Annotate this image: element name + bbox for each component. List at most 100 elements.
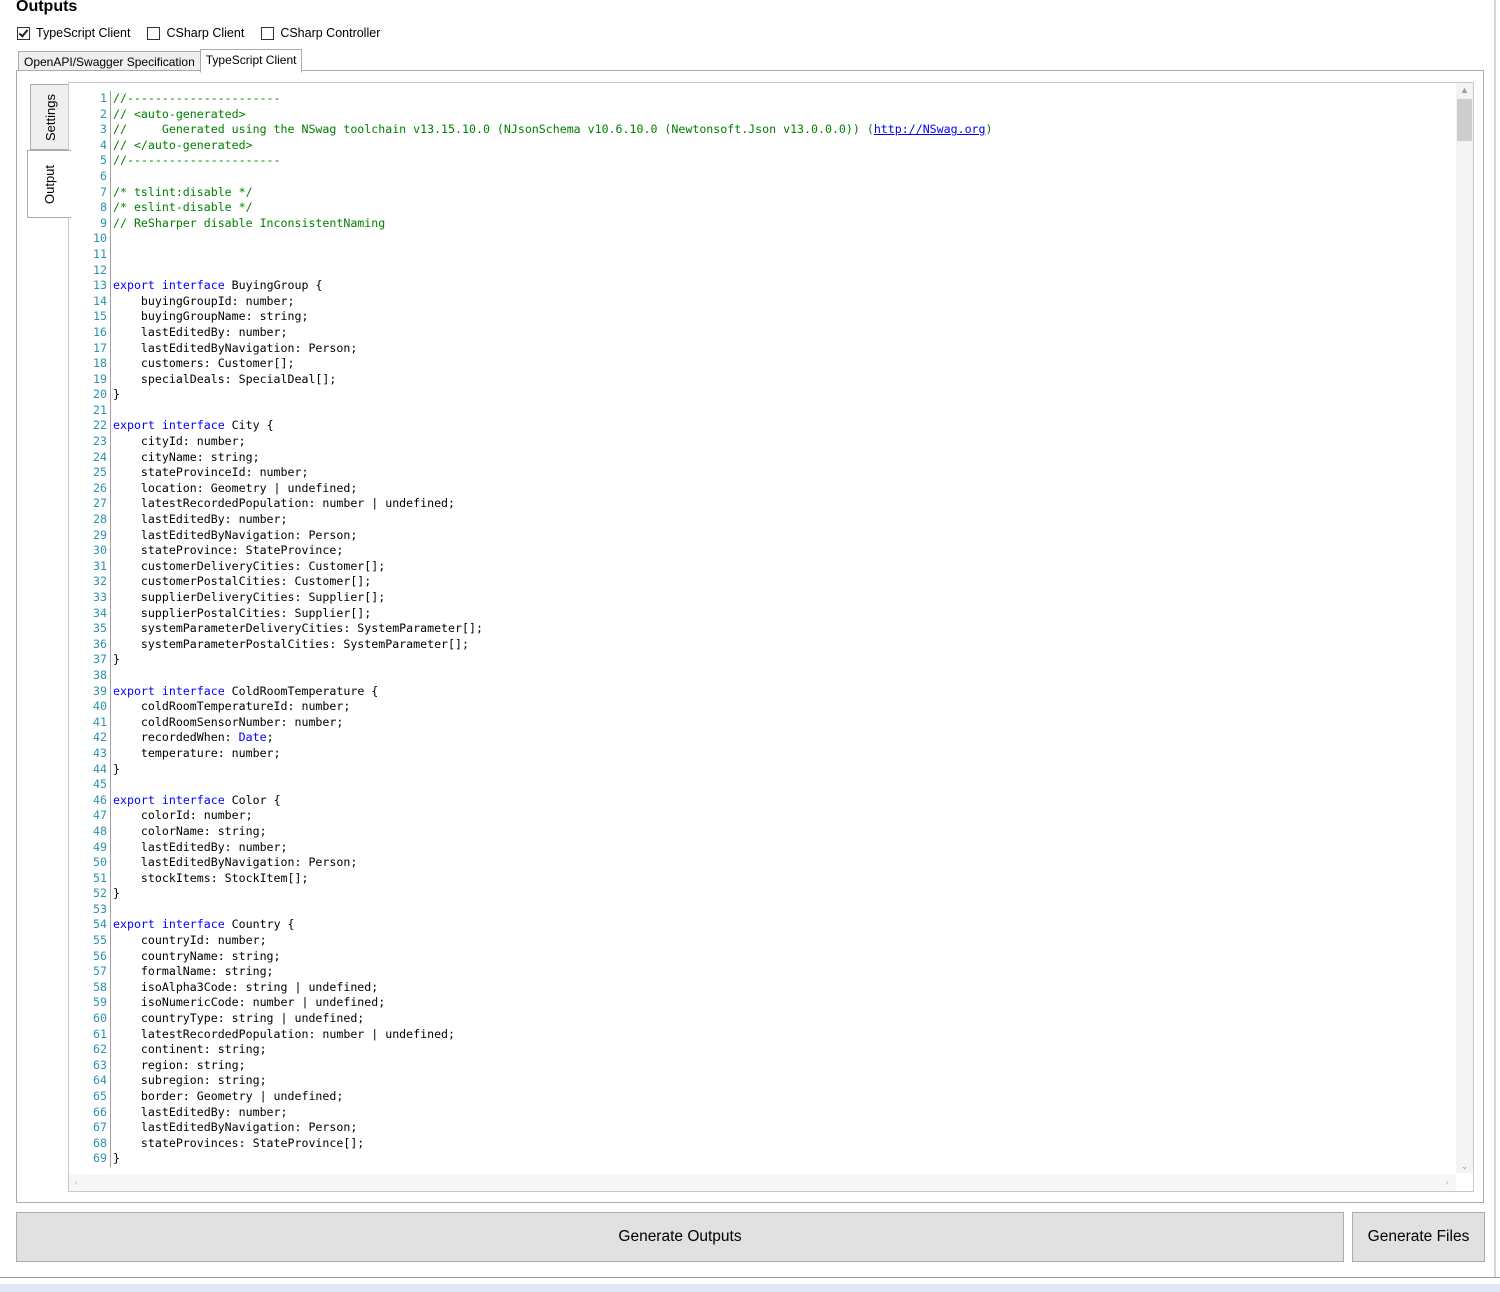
gutter-divider xyxy=(110,512,111,528)
scroll-left-icon[interactable]: ‹ xyxy=(69,1174,83,1191)
gutter-divider xyxy=(110,745,111,762)
code-line: 23 cityId: number; xyxy=(69,434,993,450)
code-text: /* tslint:disable */ xyxy=(113,184,253,199)
code-text: coldRoomSensorNumber: number; xyxy=(113,714,344,729)
code-line: 2 // <auto-generated> xyxy=(69,106,993,123)
checkbox-unchecked-icon[interactable] xyxy=(261,26,275,40)
gutter-divider xyxy=(110,1135,111,1152)
line-number: 56 xyxy=(93,948,107,963)
scroll-right-icon[interactable]: › xyxy=(1440,1174,1454,1191)
line-number: 15 xyxy=(93,309,107,324)
code-text: export interface ColdRoomTemperature { xyxy=(113,683,379,698)
gutter-divider xyxy=(110,979,111,996)
code-text: colorName: string; xyxy=(113,823,267,838)
scroll-down-icon[interactable]: ⌄ xyxy=(1456,1159,1473,1173)
code-text: } xyxy=(113,886,120,901)
code-line: 55 countryId: number; xyxy=(69,933,993,949)
gutter-divider xyxy=(110,480,111,497)
code-line: 30 stateProvince: StateProvince; xyxy=(69,543,993,559)
code-text: lastEditedBy: number; xyxy=(113,324,288,339)
line-number: 69 xyxy=(93,1151,107,1166)
line-number: 57 xyxy=(93,964,107,979)
line-number: 50 xyxy=(93,855,107,870)
code-line: 51 stockItems: StockItem[]; xyxy=(69,870,993,887)
gutter-divider xyxy=(110,995,111,1012)
line-number: 19 xyxy=(93,371,107,386)
code-line: 39 export interface ColdRoomTemperature { xyxy=(69,683,993,700)
side-tab-settings[interactable]: Settings xyxy=(30,84,70,150)
code-line: 28 lastEditedBy: number; xyxy=(69,512,993,528)
code-line: 26 location: Geometry | undefined; xyxy=(69,480,993,497)
checkbox-csharp-controller[interactable]: CSharp Controller xyxy=(261,26,380,40)
line-number: 54 xyxy=(93,917,107,932)
checkbox-typescript-client[interactable]: TypeScript Client xyxy=(17,26,130,40)
scroll-up-icon[interactable]: ▲ xyxy=(1456,83,1473,97)
gutter-divider xyxy=(110,699,111,715)
gutter-divider xyxy=(110,1011,111,1027)
gutter-divider xyxy=(110,590,111,606)
code-lines: 1 //---------------------- 2 // <auto-gener… xyxy=(69,91,993,1167)
line-number: 49 xyxy=(93,839,107,854)
code-line: 41 coldRoomSensorNumber: number; xyxy=(69,714,993,731)
line-number: 18 xyxy=(93,356,107,371)
gutter-divider xyxy=(110,574,111,590)
generate-outputs-button[interactable]: Generate Outputs xyxy=(16,1212,1344,1262)
line-number: 62 xyxy=(93,1042,107,1057)
gutter-divider xyxy=(110,621,111,637)
code-line: 36 systemParameterPostalCities: SystemPa… xyxy=(69,636,993,653)
code-text: export interface Country { xyxy=(113,917,295,932)
code-line: 43 temperature: number; xyxy=(69,745,993,762)
checkbox-unchecked-icon[interactable] xyxy=(147,26,161,40)
code-text: countryType: string | undefined; xyxy=(113,1011,365,1026)
checkbox-checked-icon[interactable] xyxy=(17,26,30,40)
code-text: countryName: string; xyxy=(113,948,281,963)
gutter-divider xyxy=(110,200,111,216)
gutter-divider xyxy=(110,730,111,746)
line-number: 45 xyxy=(93,777,107,792)
code-line: 27 latestRecordedPopulation: number | un… xyxy=(69,496,993,513)
code-text: border: Geometry | undefined; xyxy=(113,1089,344,1103)
gutter-divider xyxy=(110,948,111,965)
code-text: // ReSharper disable InconsistentNaming xyxy=(113,215,386,230)
line-number: 43 xyxy=(93,745,107,760)
code-line: 12 xyxy=(69,262,993,279)
line-number: 5 xyxy=(100,153,107,168)
code-text: cityName: string; xyxy=(113,449,260,464)
code-line: 29 lastEditedByNavigation: Person; xyxy=(69,527,993,544)
line-number: 33 xyxy=(93,590,107,604)
gutter-divider xyxy=(110,870,111,887)
code-text: recordedWhen: Date; xyxy=(113,730,274,745)
side-tab-output[interactable]: Output xyxy=(27,150,71,218)
gutter-divider xyxy=(110,1120,111,1136)
horizontal-scrollbar[interactable]: ‹ › xyxy=(69,1174,1456,1191)
line-number: 4 xyxy=(100,137,107,152)
line-number: 51 xyxy=(93,870,107,885)
checkbox-csharp-client[interactable]: CSharp Client xyxy=(147,26,244,40)
gutter-divider xyxy=(110,652,111,668)
line-number: 31 xyxy=(93,558,107,573)
code-text: } xyxy=(113,1151,120,1166)
code-text: colorId: number; xyxy=(113,808,253,823)
line-number: 17 xyxy=(93,340,107,355)
vertical-scrollbar[interactable]: ▲ ⌄ xyxy=(1456,83,1473,1173)
code-line: 40 coldRoomTemperatureId: number; xyxy=(69,699,993,715)
code-line: 8 /* eslint-disable */ xyxy=(69,200,993,216)
code-editor[interactable]: 1 //---------------------- 2 // <auto-gener… xyxy=(68,82,1474,1192)
code-text: systemParameterPostalCities: SystemParam… xyxy=(113,636,469,651)
line-number: 38 xyxy=(93,667,107,682)
code-line: 60 countryType: string | undefined; xyxy=(69,1011,993,1027)
line-number: 29 xyxy=(93,527,107,542)
side-tab-label: Settings xyxy=(43,93,59,141)
code-text: /* eslint-disable */ xyxy=(113,200,253,215)
code-line: 5 //---------------------- xyxy=(69,153,993,169)
tab-typescript-client[interactable]: TypeScript Client xyxy=(199,49,303,73)
generate-files-button[interactable]: Generate Files xyxy=(1352,1212,1485,1262)
line-number: 2 xyxy=(100,106,107,121)
code-line: 22 export interface City { xyxy=(69,418,993,435)
code-text: buyingGroupName: string; xyxy=(113,309,309,324)
line-number: 61 xyxy=(93,1026,107,1041)
scroll-thumb[interactable] xyxy=(1457,99,1472,141)
code-text: specialDeals: SpecialDeal[]; xyxy=(113,371,337,386)
code-text: formalName: string; xyxy=(113,964,274,979)
generate-files-label: Generate Files xyxy=(1367,1228,1470,1245)
